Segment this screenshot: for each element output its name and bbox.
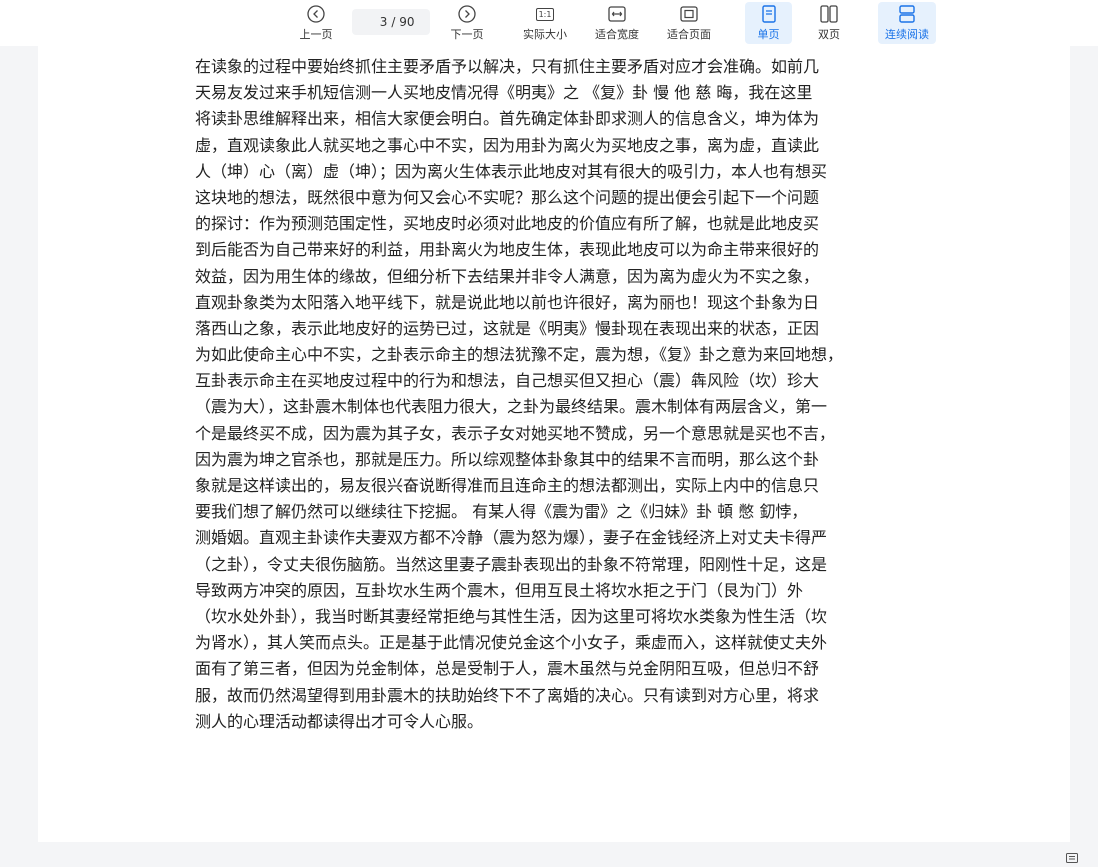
fit-page-button[interactable]: 适合页面 bbox=[662, 2, 716, 44]
double-page-icon bbox=[820, 4, 838, 24]
double-page-label: 双页 bbox=[818, 28, 840, 41]
actual-size-label: 实际大小 bbox=[523, 28, 567, 41]
continuous-reading-icon bbox=[898, 4, 916, 24]
page-number-input[interactable] bbox=[367, 15, 388, 29]
text-line: （之卦），令丈夫很伤脑筋。当然这里妻子震卦表现出的卦象不符常理，阳刚性十足，这是 bbox=[195, 554, 828, 574]
actual-size-button[interactable]: 1:1 实际大小 bbox=[518, 2, 572, 44]
text-line: 导致两方冲突的原因，互卦坎水生两个震木，但用互艮土将坎水拒之于门（艮为门）外 bbox=[195, 580, 804, 600]
text-line: 直观卦象类为太阳落入地平线下，就是说此地以前也许很好，离为丽也！现这个卦象为日 bbox=[195, 292, 820, 312]
text-line: 到后能否为自己带来好的利益，用卦离火为地皮生体，表现此地皮可以为命主带来很好的 bbox=[195, 240, 820, 260]
text-line: 象就是这样读出的，易友很兴奋说断得准而且连命主的想法都测出，实际上内中的信息只 bbox=[195, 476, 820, 495]
single-page-button[interactable]: 单页 bbox=[745, 2, 792, 44]
fit-page-icon bbox=[680, 4, 698, 24]
text-line: 测人的心理活动都读得出才可令人心服。 bbox=[195, 711, 484, 731]
page-total: / 90 bbox=[391, 15, 415, 29]
text-line: 为肾水），其人笑而点头。正是基于此情况使兑金这个小女子，乘虚而入，这样就使丈夫外 bbox=[195, 633, 828, 653]
document-page: 在读象的过程中要始终抓住主要矛盾予以解决，只有抓住主要矛盾对应才会准确。如前几天… bbox=[38, 46, 1070, 842]
text-line: 互卦表示命主在买地皮过程中的行为和想法，自己想买但又担心（震）犇风险（坎）珍大 bbox=[195, 371, 820, 391]
fit-page-label: 适合页面 bbox=[667, 28, 711, 41]
next-page-button[interactable]: 下一页 bbox=[443, 2, 491, 44]
text-line: 服，故而仍然渴望得到用卦震木的扶助始终下不了离婚的决心。只有读到对方心里，将求 bbox=[195, 685, 820, 705]
text-line: （坎水处外卦），我当时断其妻经常拒绝与其性生活，因为这里可将坎水类象为性生活（坎 bbox=[195, 606, 828, 626]
text-line: 测婚姻。直观主卦读作夫妻双方都不冷静（震为怒为爆），妻子在金钱经济上对丈夫卡得严 bbox=[195, 528, 828, 548]
chevron-right-circle-icon bbox=[458, 4, 476, 24]
text-line: 天易友发过来手机短信测一人买地皮情况得《明夷》之 《复》卦 慢 他 慈 晦，我在… bbox=[195, 83, 813, 103]
text-line: 的探讨：作为预测范围定性，买地皮时必须对此地皮的价值应有所了解，也就是此地皮买 bbox=[195, 214, 820, 234]
single-page-label: 单页 bbox=[757, 28, 780, 41]
text-line: 在读象的过程中要始终抓住主要矛盾予以解决，只有抓住主要矛盾对应才会准确。如前几 bbox=[195, 57, 820, 76]
document-body-text: 在读象的过程中要始终抓住主要矛盾予以解决，只有抓住主要矛盾对应才会准确。如前几天… bbox=[195, 54, 927, 735]
chevron-left-circle-icon bbox=[307, 4, 325, 24]
next-page-label: 下一页 bbox=[450, 28, 484, 41]
status-bar bbox=[0, 842, 1098, 858]
text-line: 人（坤）心（离）虚（坤）；因为离火生体表示此地皮对其有很大的吸引力，本人也有想买 bbox=[195, 161, 828, 181]
text-line: （震为大），这卦震木制体也代表阻力很大，之卦为最终结果。震木制体有两层含义，第一 bbox=[195, 397, 828, 417]
text-line: 效益，因为用生体的缘故，但细分析下去结果并非令人满意，因为离为虚火为不实之象， bbox=[195, 266, 820, 286]
double-page-button[interactable]: 双页 bbox=[806, 2, 852, 44]
prev-page-button[interactable]: 上一页 bbox=[292, 2, 340, 44]
text-line: 因为震为坤之官杀也，那就是压力。所以综观整体卦象其中的结果不言而明，那么这个卦 bbox=[195, 449, 820, 469]
viewer-toolbar: 上一页 / 90 下一页 1:1 实际大小 适合宽度 适合页面 单页 bbox=[0, 0, 1098, 46]
continuous-reading-label: 连续阅读 bbox=[885, 28, 929, 41]
prev-page-label: 上一页 bbox=[299, 28, 333, 41]
page-indicator: / 90 bbox=[352, 9, 430, 35]
actual-size-icon: 1:1 bbox=[535, 4, 555, 24]
fit-width-icon bbox=[608, 4, 626, 24]
text-line: 个是最终买不成，因为震为其子女，表示子女对她买地不赞成，另一个意思就是买也不吉， bbox=[195, 423, 836, 443]
text-line: 将读卦思维解释出来，相信大家便会明白。首先确定体卦即求测人的信息含义，坤为体为 bbox=[195, 109, 820, 129]
text-line: 这块地的想法，既然很中意为何又会心不实呢？那么这个问题的提出便会引起下一个问题 bbox=[195, 187, 820, 207]
text-line: 为如此使命主心中不实，之卦表示命主的想法犹豫不定，震为想，《复》卦之意为来回地想… bbox=[195, 345, 844, 365]
fit-width-label: 适合宽度 bbox=[595, 28, 639, 41]
text-line: 落西山之象，表示此地皮好的运势已过，这就是《明夷》慢卦现在表现出来的状态，正因 bbox=[195, 318, 820, 338]
fit-width-button[interactable]: 适合宽度 bbox=[590, 2, 644, 44]
text-line: 面有了第三者，但因为兑金制体，总是受制于人，震木虽然与兑金阴阳互吸，但总归不舒 bbox=[195, 659, 820, 679]
single-page-icon bbox=[761, 4, 777, 24]
text-line: 要我们想了解仍然可以继续往下挖掘。 有某人得《震为雷》之《归妹》卦 頓 憋 釖悖… bbox=[195, 502, 808, 522]
text-line: 虚，直观读象此人就买地之事心中不实，因为用卦为离火为买地皮之事，离为虚，直读此 bbox=[195, 135, 820, 155]
continuous-reading-button[interactable]: 连续阅读 bbox=[878, 2, 936, 44]
